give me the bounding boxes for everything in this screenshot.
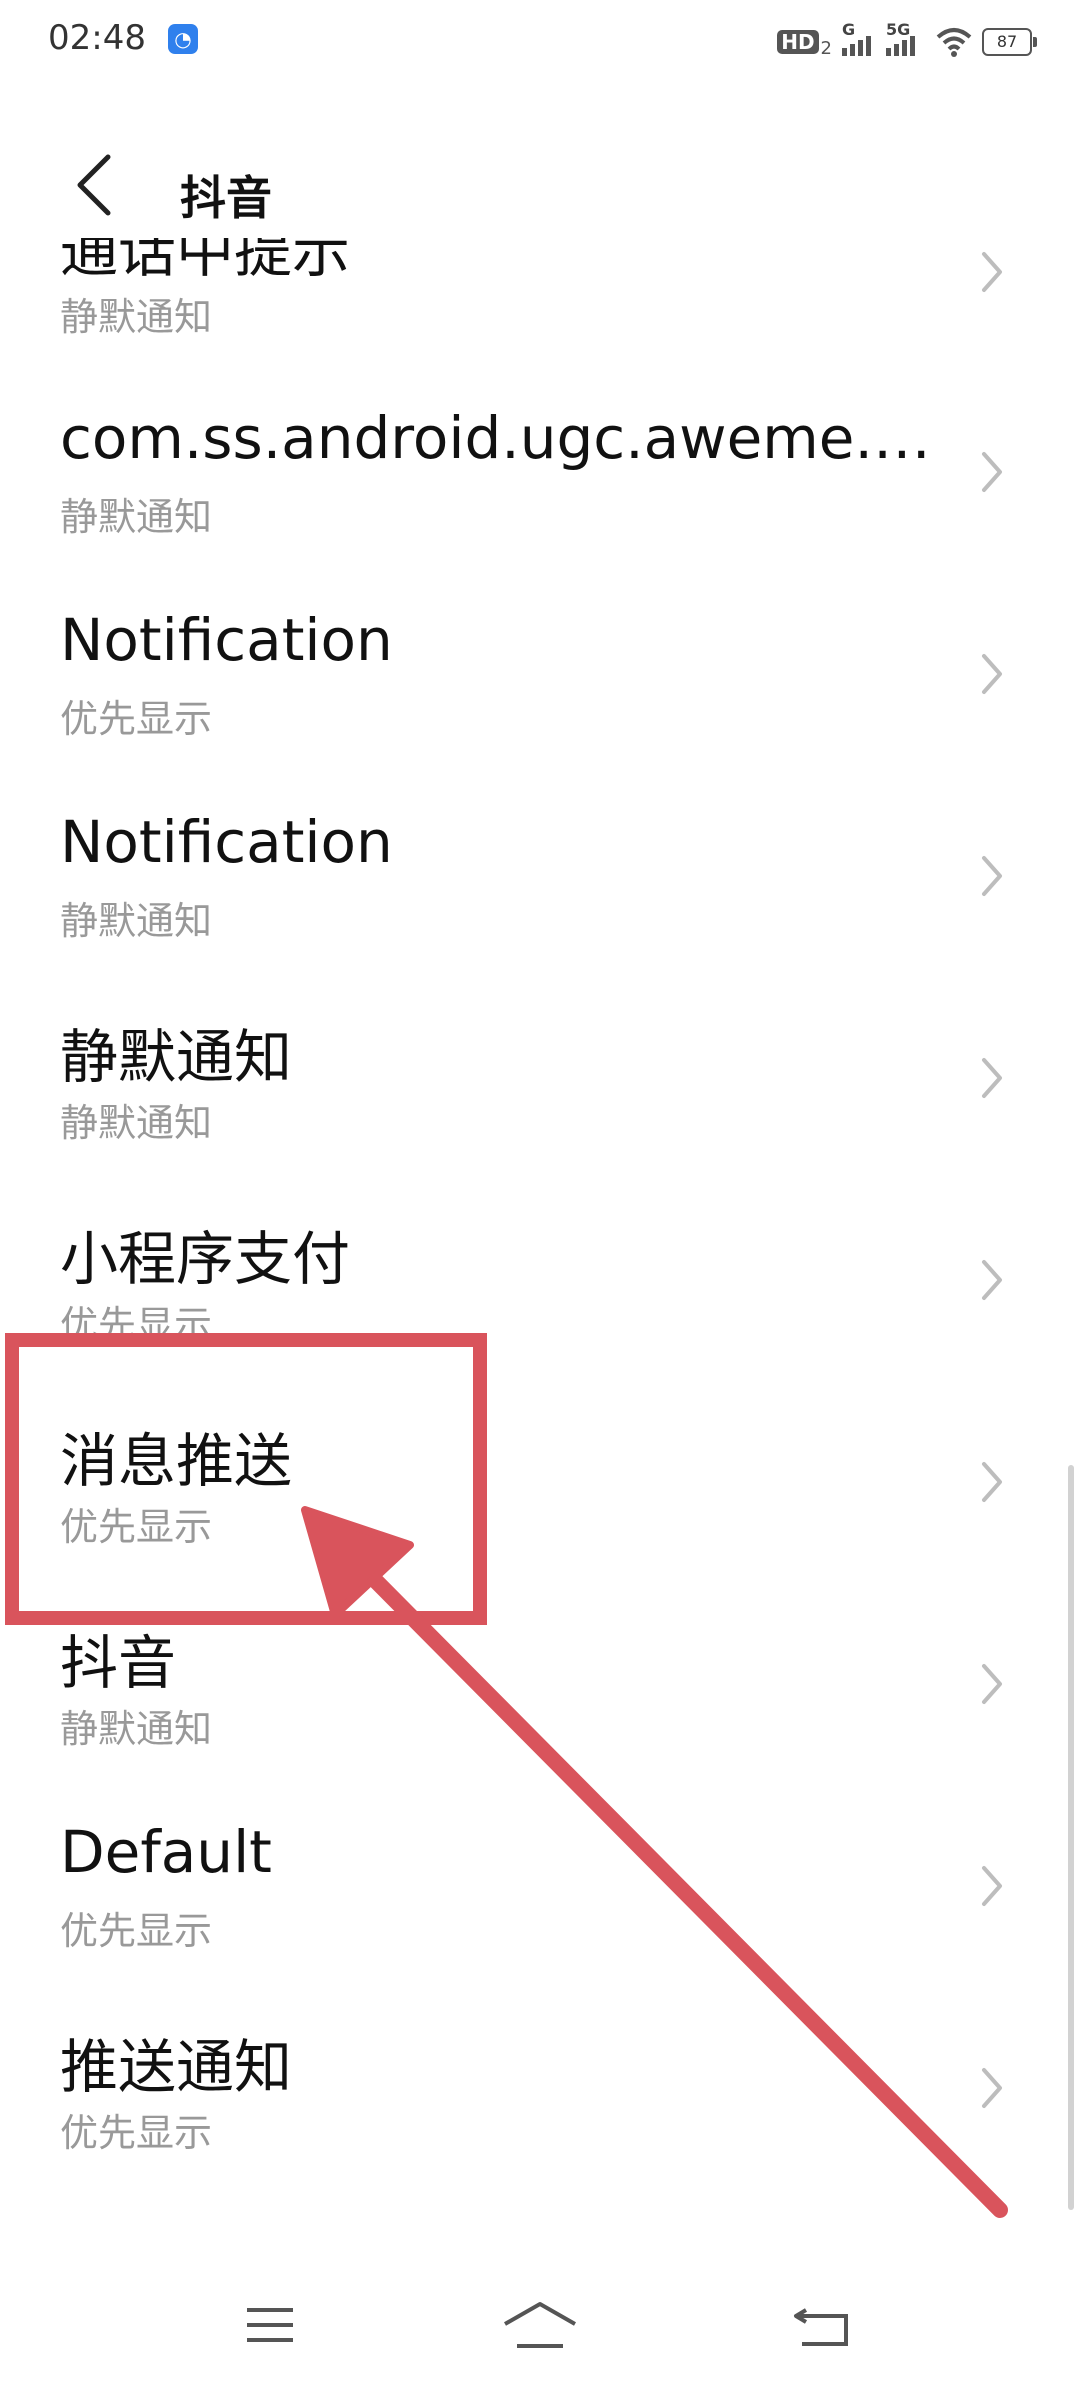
channel-subtitle: 静默通知 [60,1101,213,1145]
home-icon[interactable] [495,2290,585,2360]
channel-title: Notification [60,808,393,876]
navigation-bar [0,2250,1080,2400]
menu-icon[interactable] [225,2290,315,2360]
channel-title: 静默通知 [60,1023,293,1091]
back-return-icon[interactable] [780,2290,870,2360]
hd-voice-icon: HD [777,30,819,54]
chevron-left-icon[interactable] [60,145,130,225]
channel-title: 小程序支付 [60,1225,351,1293]
list-scrollbar[interactable] [1068,1465,1074,2210]
status-icons: HD 2 G 5G 87 [777,20,1037,62]
channel-subtitle: 优先显示 [60,697,213,741]
chevron-right-icon [982,856,1002,896]
chevron-right-icon [982,654,1002,694]
list-item[interactable]: 小程序支付 优先显示 [0,1196,1080,1398]
chevron-right-icon [982,1058,1002,1098]
chevron-right-icon [982,1462,1002,1502]
channel-subtitle: 静默通知 [60,1707,213,1751]
channel-subtitle: 优先显示 [60,1505,213,1549]
channel-subtitle: 优先显示 [60,1909,213,1953]
list-item[interactable]: 抖音 静默通知 [0,1600,1080,1802]
list-item[interactable]: Notification 静默通知 [0,792,1080,994]
channel-subtitle: 优先显示 [60,2111,213,2155]
list-item[interactable]: Default 优先显示 [0,1802,1080,2004]
chevron-right-icon [982,1866,1002,1906]
channel-subtitle: 静默通知 [60,295,213,339]
notification-channel-list[interactable]: 通话中提示 静默通知 com.ss.android.ugc.aweme.… 静默… [0,238,1080,2248]
chevron-right-icon [982,252,1002,292]
list-item[interactable]: Notification 优先显示 [0,590,1080,792]
chevron-right-icon [982,2068,1002,2108]
list-item[interactable]: 通话中提示 静默通知 [0,238,1080,390]
channel-title: 通话中提示 [60,238,351,285]
list-item[interactable]: com.ss.android.ugc.aweme.… 静默通知 [0,388,1080,590]
list-item[interactable]: 推送通知 优先显示 [0,2004,1080,2206]
status-time: 02:48 [48,18,146,58]
channel-title: 推送通知 [60,2033,293,2101]
chevron-right-icon [982,1664,1002,1704]
channel-subtitle: 静默通知 [60,495,213,539]
channel-subtitle: 静默通知 [60,899,213,943]
signal-sim2-icon: 5G [886,20,926,56]
channel-title: Default [60,1818,272,1886]
list-item-message-push[interactable]: 消息推送 优先显示 [0,1398,1080,1600]
signal-sim1-icon: G [842,20,876,56]
channel-title: Notification [60,606,393,674]
app-notification-icon: ◔ [168,24,198,54]
list-item[interactable]: 静默通知 静默通知 [0,994,1080,1196]
battery-icon: 87 [982,28,1037,56]
chevron-right-icon [982,452,1002,492]
chevron-right-icon [982,1260,1002,1300]
status-bar: 02:48 ◔ HD 2 G 5G 87 [0,0,1080,80]
channel-title: 抖音 [60,1629,177,1697]
hd-voice-sub: 2 [820,37,832,59]
wifi-icon [936,28,972,57]
channel-subtitle: 优先显示 [60,1303,213,1347]
channel-title: 消息推送 [60,1427,293,1495]
channel-title: com.ss.android.ugc.aweme.… [60,404,931,472]
page-title: 抖音 [180,171,272,225]
